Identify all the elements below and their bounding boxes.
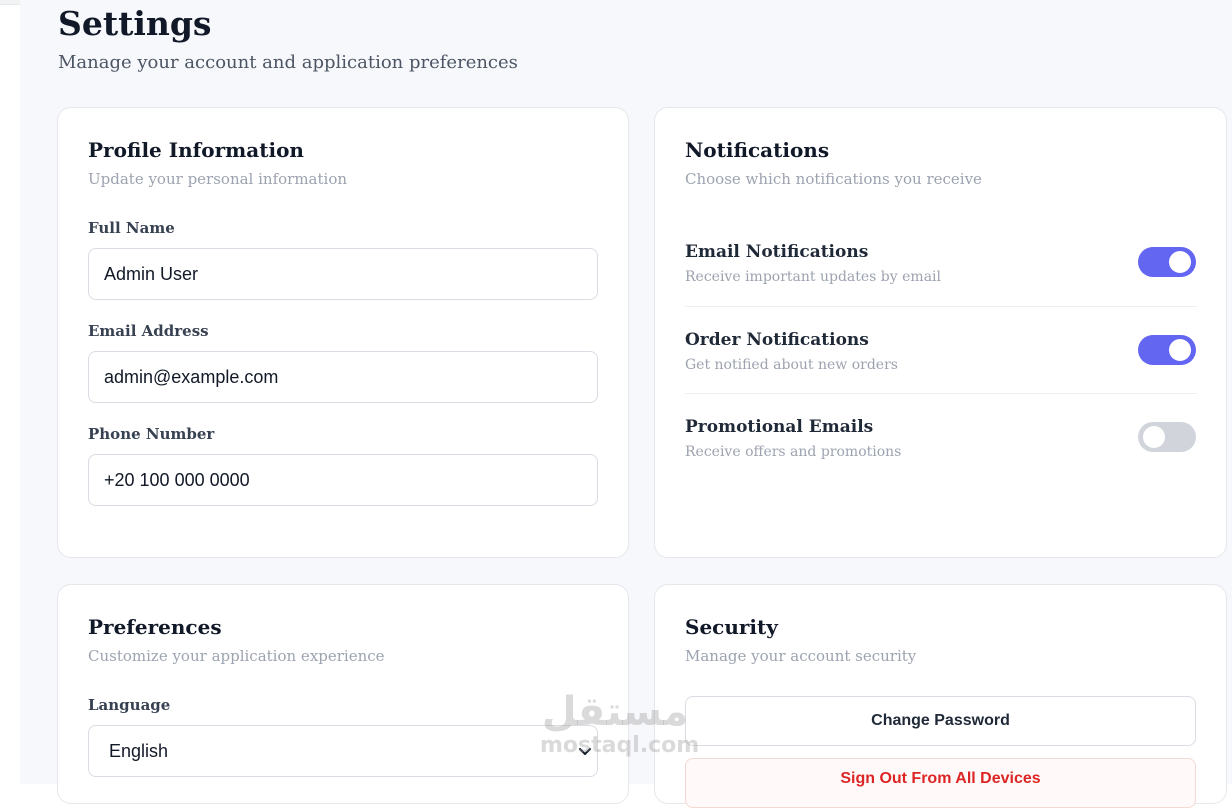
notification-divider: [685, 306, 1197, 307]
toggle-knob: [1143, 426, 1165, 448]
full-name-input[interactable]: [88, 248, 598, 300]
profile-card: Profile Information Update your personal…: [57, 107, 629, 558]
security-card-title: Security: [685, 615, 778, 639]
page-title: Settings: [58, 4, 212, 43]
notification-divider: [685, 393, 1197, 394]
phone-label: Phone Number: [88, 425, 215, 443]
toggle-knob: [1169, 251, 1191, 273]
full-name-label: Full Name: [88, 219, 175, 237]
profile-card-subtitle: Update your personal information: [88, 170, 348, 188]
phone-input[interactable]: [88, 454, 598, 506]
change-password-button[interactable]: Change Password: [685, 696, 1196, 746]
profile-card-title: Profile Information: [88, 138, 304, 162]
preferences-card-subtitle: Customize your application experience: [88, 647, 385, 665]
notification-subtitle: Get notified about new orders: [685, 357, 898, 373]
notifications-card-subtitle: Choose which notifications you receive: [685, 170, 982, 188]
page-subtitle: Manage your account and application pref…: [58, 52, 518, 73]
sign-out-all-devices-button[interactable]: Sign Out From All Devices: [685, 758, 1196, 808]
notification-row-email: Email Notifications Receive important up…: [685, 242, 1197, 285]
email-input[interactable]: [88, 351, 598, 403]
toggle-knob: [1169, 339, 1191, 361]
security-card: Security Manage your account security Ch…: [654, 584, 1227, 808]
preferences-card: Preferences Customize your application e…: [57, 584, 629, 804]
language-select[interactable]: English: [88, 725, 598, 777]
notification-subtitle: Receive important updates by email: [685, 269, 941, 285]
notification-row-order: Order Notifications Get notified about n…: [685, 330, 1197, 373]
email-notifications-toggle[interactable]: [1138, 247, 1196, 277]
security-card-subtitle: Manage your account security: [685, 647, 917, 665]
order-notifications-toggle[interactable]: [1138, 335, 1196, 365]
notification-title: Promotional Emails: [685, 417, 874, 437]
chevron-down-icon: [579, 748, 591, 755]
preferences-card-title: Preferences: [88, 615, 222, 639]
notification-title: Email Notifications: [685, 242, 869, 262]
promotional-emails-toggle[interactable]: [1138, 422, 1196, 452]
language-label: Language: [88, 696, 171, 714]
notification-title: Order Notifications: [685, 330, 869, 350]
language-selected-value: English: [109, 741, 169, 761]
notifications-card: Notifications Choose which notifications…: [654, 107, 1227, 558]
email-label: Email Address: [88, 322, 209, 340]
notification-row-promotional: Promotional Emails Receive offers and pr…: [685, 417, 1197, 460]
notification-subtitle: Receive offers and promotions: [685, 444, 902, 460]
notifications-card-title: Notifications: [685, 138, 830, 162]
